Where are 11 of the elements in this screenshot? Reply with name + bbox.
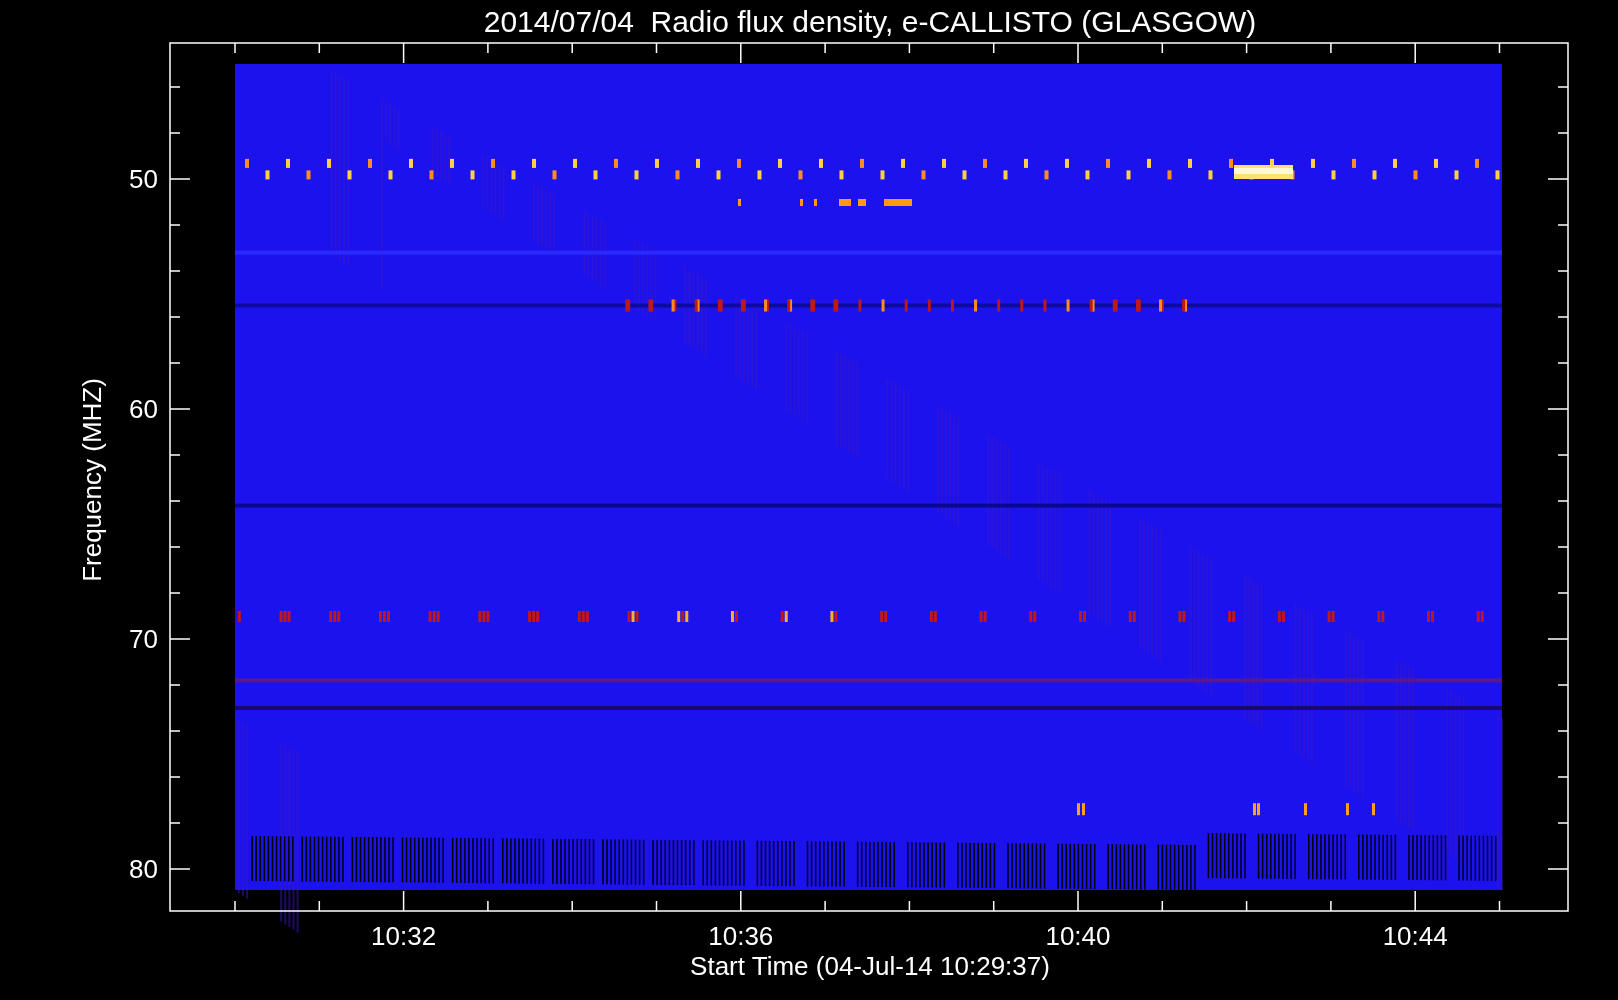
tick-label: 10:40 [1045,921,1111,951]
tick-label: 60 [129,394,158,424]
chart-title: 2014/07/04 Radio flux density, e-CALLISTO (GLASGOW) [483,5,1257,38]
tick-label: 10:44 [1382,921,1448,951]
axis-label: Frequency (MHZ) [77,378,107,582]
tick-label: 80 [129,854,158,884]
tick-label: 10:36 [708,921,774,951]
axis-label: Start Time (04-Jul-14 10:29:37) [690,951,1050,981]
tick-label: 10:32 [371,921,437,951]
tick-label: 50 [129,164,158,194]
tick-label: 70 [129,624,158,654]
